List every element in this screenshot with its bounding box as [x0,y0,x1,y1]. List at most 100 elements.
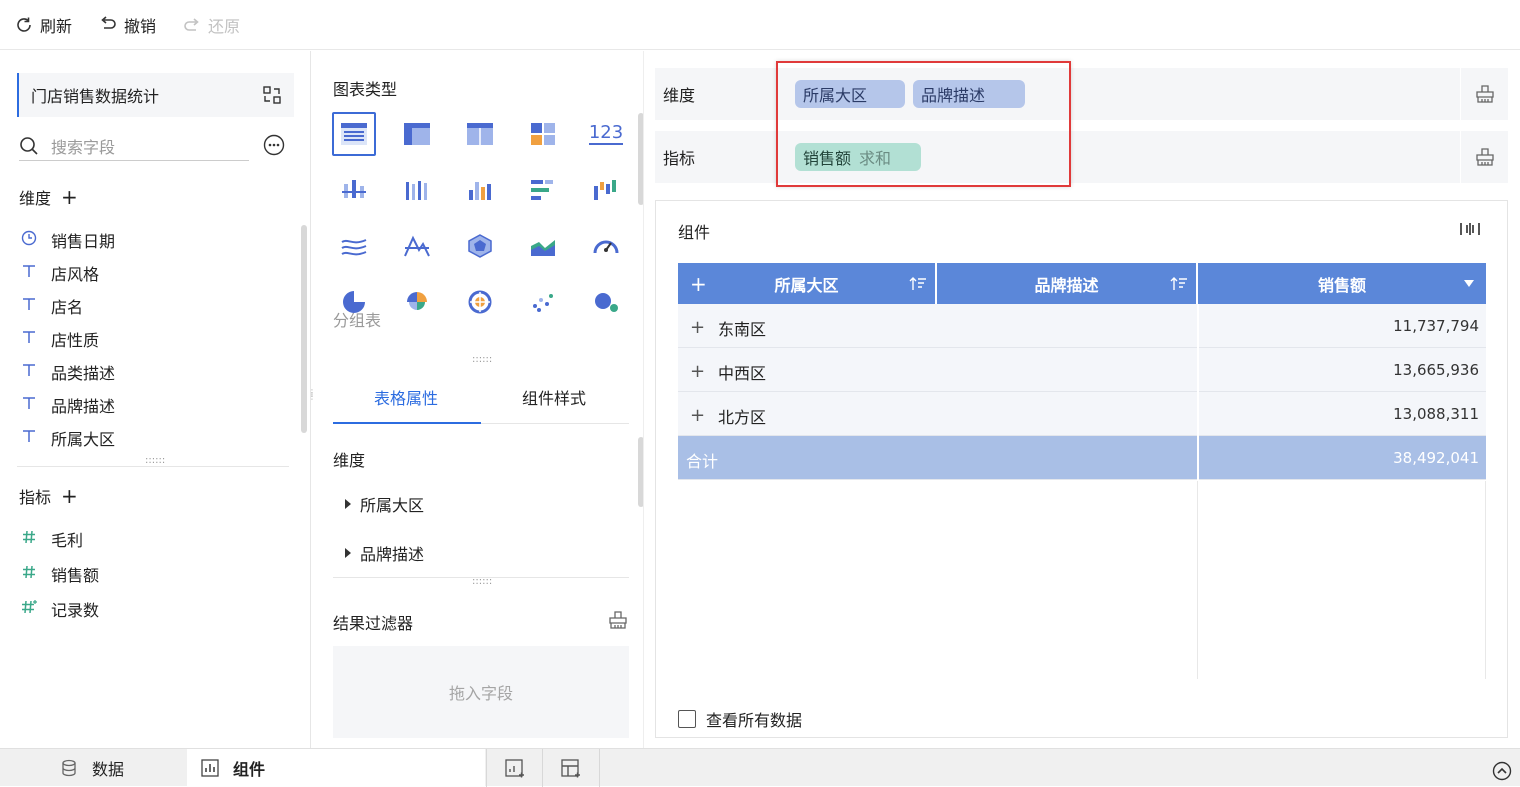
checkbox-box[interactable] [678,710,696,728]
chart-type-area[interactable] [521,224,565,268]
add-dimension-icon[interactable]: + [61,187,78,207]
add-component-icon[interactable] [505,759,525,779]
dropdown-arrow-icon[interactable] [1464,280,1474,287]
horizontal-bar-icon [529,178,557,202]
search-field[interactable]: 搜索字段 [19,131,249,161]
filter-drop-zone[interactable]: 拖入字段 [333,646,629,738]
eraser-icon[interactable] [608,610,628,630]
chart-type-number-text[interactable]: 123 [584,112,628,156]
column-header[interactable]: 品牌描述 [937,263,1196,304]
cell-divider [1197,304,1199,348]
tab-component-style[interactable]: 组件样式 [522,385,586,409]
scatter-icon [529,290,557,314]
redo-button[interactable]: 还原 [182,13,240,37]
chart-type-pie[interactable] [332,280,376,324]
column-header[interactable]: + 所属大区 [678,263,935,304]
column-header-label: 品牌描述 [1034,275,1099,295]
chart-type-gauge[interactable] [584,224,628,268]
dimension-field[interactable]: 品类描述 [19,360,115,384]
table-row[interactable]: + 中西区 13,665,936 [678,348,1486,392]
column-header[interactable]: 销售额 [1198,263,1486,304]
pie-icon [340,290,368,314]
drop-placeholder: 拖入字段 [448,684,513,703]
multi-pie-icon [466,290,494,314]
cross-table-icon [403,122,431,146]
toolbar: 刷新 撤销 还原 [0,0,1520,50]
table-row[interactable]: + 东南区 11,737,794 [678,304,1486,348]
column-divider [1485,481,1486,679]
chart-type-radar[interactable] [458,224,502,268]
sort-icon[interactable] [909,276,927,292]
dimension-label: 维度 [19,189,52,208]
chart-type-multi-series-column[interactable] [458,168,502,212]
add-measure-icon[interactable]: + [61,486,78,506]
dimension-field[interactable]: 所属大区 [19,426,115,450]
grouped-table-icon [340,122,368,146]
undo-button[interactable]: 撤销 [98,13,156,37]
refresh-button[interactable]: 刷新 [14,13,72,37]
chart-type-horizontal-bar[interactable] [521,168,565,212]
clock-icon [19,230,39,250]
expand-arrow-icon[interactable] [345,548,351,558]
chart-type-bubble[interactable] [584,280,628,324]
add-dashboard-icon[interactable] [561,759,581,779]
sales-cell: 13,088,311 [1393,405,1479,423]
collapse-icon[interactable] [1492,761,1512,781]
chart-type-radial-line[interactable] [395,224,439,268]
chart-type-cross-table[interactable] [395,112,439,156]
tab-component[interactable]: 组件 [187,749,485,787]
table-row[interactable]: + 北方区 13,088,311 [678,392,1486,436]
chart-type-waterfall[interactable] [584,168,628,212]
expand-row-icon[interactable]: + [690,407,705,425]
chart-type-grouped-table[interactable] [332,112,376,156]
tab-data[interactable]: 数据 [60,749,124,787]
clear-measure-button[interactable] [1460,131,1508,183]
text-type-icon [19,263,39,283]
redo-icon [184,17,199,31]
field-scrollbar[interactable] [301,225,307,433]
tab-table-properties[interactable]: 表格属性 [374,385,438,409]
measure-row-label: 指标 [663,149,696,168]
column-divider [1197,481,1198,679]
chart-type-multi-pie[interactable] [458,280,502,324]
stacked-column-icon [403,178,431,202]
switch-dataset-icon[interactable] [262,85,282,105]
chart-type-detail-table[interactable] [458,112,502,156]
chart-type-rose-pie[interactable] [395,280,439,324]
more-options-icon[interactable] [263,134,285,156]
clear-dimension-button[interactable] [1460,68,1508,120]
expand-all-icon[interactable]: + [690,272,707,296]
expand-arrow-icon[interactable] [345,499,351,509]
dataset-title[interactable]: 门店销售数据统计 [17,73,294,117]
expand-row-icon[interactable]: + [690,363,705,381]
dimension-field[interactable]: 品牌描述 [19,393,115,417]
dimension-field[interactable]: 店风格 [19,261,99,285]
chart-type-area-line[interactable] [332,224,376,268]
chart-type-scatter[interactable] [521,280,565,324]
divider [333,577,629,578]
dimension-field[interactable]: 店名 [19,294,83,318]
sales-cell: 11,737,794 [1393,317,1479,335]
measure-field[interactable]: 销售额 [19,562,99,586]
column-width-icon[interactable] [1459,221,1481,237]
chart-type-grouped-bar[interactable] [332,168,376,212]
undo-icon [101,15,116,29]
dimension-field[interactable]: 店性质 [19,327,99,351]
divider [599,749,600,787]
field-panel: 门店销售数据统计 搜索字段 维度 + 销售日期店风格店名店性质品类描述品牌描述所… [0,51,316,748]
resize-grip-icon[interactable]: :::::: [145,456,165,466]
resize-grip-icon[interactable]: :::::: [472,355,492,365]
chart-type-stacked-column[interactable] [395,168,439,212]
measure-field[interactable]: 毛利 [19,527,83,551]
cell-divider [1197,348,1199,392]
dimension-field[interactable]: 销售日期 [19,228,115,252]
tree-item[interactable]: 品牌描述 [345,541,424,565]
tree-item[interactable]: 所属大区 [345,492,424,516]
sort-icon[interactable] [1170,276,1188,292]
measure-field[interactable]: 记录数 [19,597,99,621]
chart-type-kpi-card[interactable] [521,112,565,156]
resize-grip-icon[interactable]: :::::: [472,577,492,587]
divider [17,466,289,467]
expand-row-icon[interactable]: + [690,319,705,337]
view-all-data-checkbox[interactable]: 查看所有数据 [678,707,802,731]
